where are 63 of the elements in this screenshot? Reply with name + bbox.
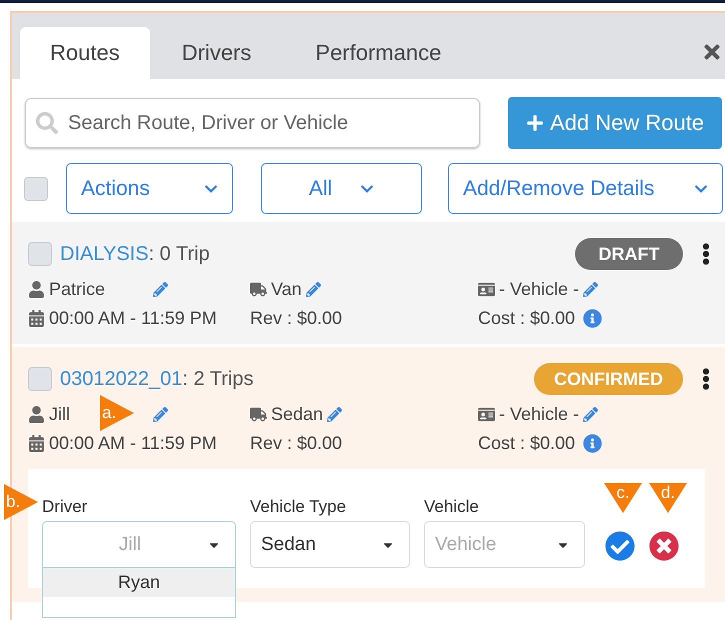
tab[interactable]: Performance [283, 27, 474, 79]
time-range: 00:00 AM - 11:59 PM [49, 433, 217, 454]
annotation-marker: c. [604, 483, 642, 513]
select-all-checkbox[interactable] [24, 176, 48, 200]
cancel-button[interactable] [649, 531, 679, 561]
confirm-button[interactable] [605, 531, 635, 561]
annotation-marker: a. [100, 395, 134, 431]
trip-count: : 2 Trips [182, 368, 254, 390]
select-field[interactable]: Vehicle [424, 521, 585, 568]
filter-dropdown[interactable]: Add/Remove Details [448, 163, 723, 214]
route-checkbox[interactable] [28, 242, 52, 266]
cost: Cost : $0.00 [478, 308, 576, 329]
edit-icon[interactable] [327, 407, 342, 422]
card-icon [478, 281, 495, 298]
calendar-icon [28, 435, 45, 452]
revenue: Rev : $0.00 [250, 433, 342, 454]
search-icon [36, 112, 58, 134]
filter-dropdown[interactable]: Actions [66, 163, 233, 214]
route-card[interactable]: DIALYSIS: 0 Trip DRAFT Patrice Van - Vehicle - 00:00 AM - 11:59 PM Rev : $0.00 Cost : $0.00 [12, 222, 725, 344]
field-label: Driver [42, 497, 88, 517]
add-route-button[interactable]: Add New Route [508, 97, 722, 149]
filter-dropdown[interactable]: All [261, 163, 422, 214]
select-field[interactable]: Jill [42, 521, 236, 568]
driver-name: Jill [49, 404, 70, 425]
edit-icon[interactable] [153, 282, 168, 297]
select-field[interactable]: Sedan [250, 521, 410, 568]
edit-icon[interactable] [583, 282, 598, 297]
trip-count: : 0 Trip [148, 242, 210, 266]
field-label: Vehicle Type [250, 497, 348, 517]
info-icon[interactable] [583, 434, 602, 453]
annotation-marker: b. [4, 484, 38, 520]
calendar-icon [28, 310, 45, 327]
person-icon [28, 406, 45, 423]
truck-icon [250, 406, 267, 423]
edit-icon[interactable] [306, 282, 321, 297]
truck-icon [250, 281, 267, 298]
route-link[interactable]: DIALYSIS [60, 242, 149, 266]
revenue: Rev : $0.00 [250, 308, 342, 329]
check-icon [605, 531, 635, 561]
route-link[interactable]: 03012022_01 [60, 368, 182, 390]
vehicle-name: - Vehicle - [499, 279, 580, 300]
driver-name: Patrice [49, 279, 106, 300]
edit-icon[interactable] [153, 407, 168, 422]
vehicle-name: - Vehicle - [499, 404, 580, 425]
dropdown-option[interactable]: Ryan [43, 568, 235, 597]
status-badge: DRAFT [575, 238, 683, 270]
vehicle-type: Sedan [271, 404, 324, 425]
vehicle-type: Van [271, 279, 302, 300]
field-label: Vehicle [424, 497, 480, 517]
card-icon [478, 406, 495, 423]
cancel-icon [649, 531, 679, 561]
info-icon[interactable] [583, 309, 602, 328]
time-range: 00:00 AM - 11:59 PM [49, 308, 217, 329]
person-icon [28, 281, 45, 298]
edit-icon[interactable] [583, 407, 598, 422]
tab[interactable]: Routes [20, 27, 150, 79]
plus-icon [526, 114, 544, 132]
annotation-marker: d. [649, 483, 687, 513]
search-field[interactable]: Search Route, Driver or Vehicle [25, 98, 480, 148]
tab[interactable]: Drivers [150, 27, 284, 79]
cost: Cost : $0.00 [478, 433, 576, 454]
route-checkbox[interactable] [28, 367, 52, 391]
status-badge: CONFIRMED [534, 363, 683, 395]
